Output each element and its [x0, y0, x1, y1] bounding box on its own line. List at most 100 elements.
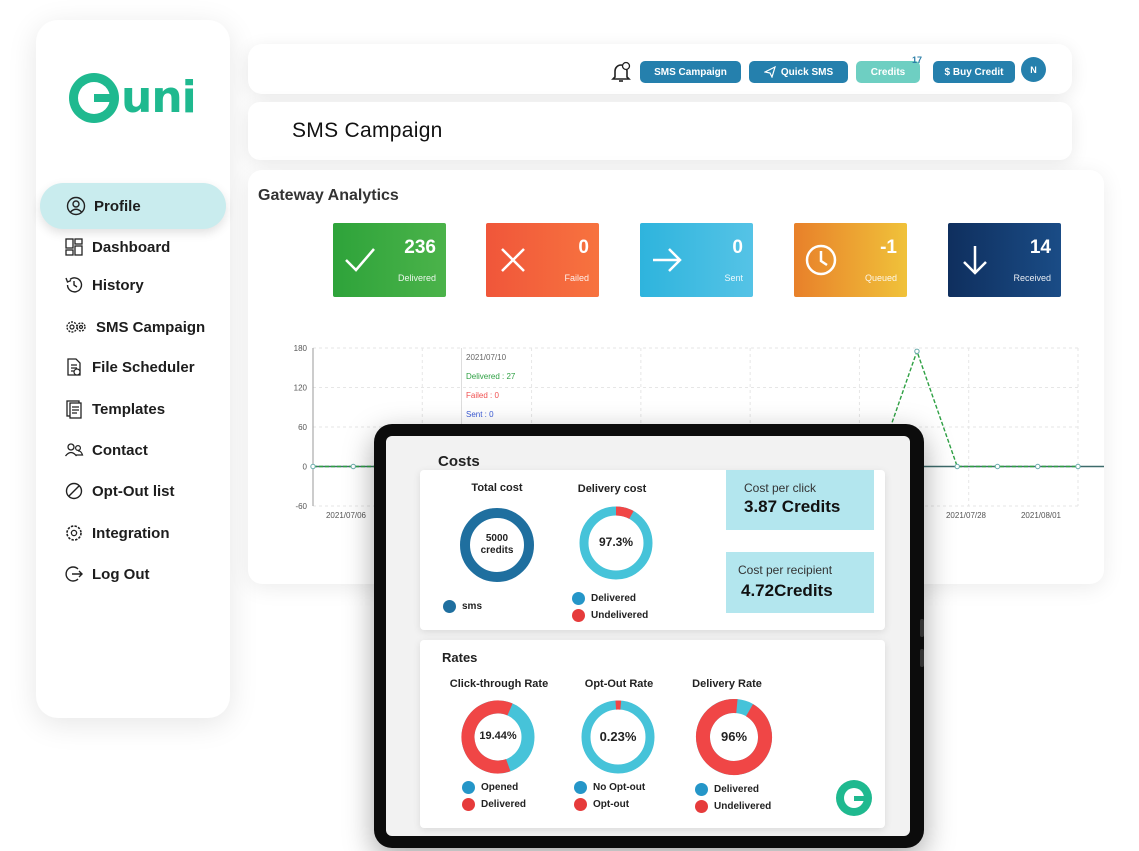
- legend-delivered: Delivered: [695, 783, 759, 796]
- ctr-value: 19.44%: [479, 730, 517, 742]
- logout-icon: [65, 566, 83, 582]
- data-point[interactable]: [310, 463, 316, 470]
- total-cost-value: 5000 credits: [457, 533, 537, 557]
- sidebar-item-contact[interactable]: Contact: [64, 435, 148, 465]
- sidebar-item-integration[interactable]: Integration: [64, 518, 170, 548]
- sidebar-item-sms-campaign[interactable]: SMS Campaign: [64, 312, 205, 342]
- sidebar-item-profile[interactable]: Profile: [40, 183, 226, 229]
- cost-per-recipient-box: Cost per recipient 4.72Credits: [726, 552, 874, 613]
- legend-label: sms: [462, 601, 483, 612]
- data-point[interactable]: [914, 348, 920, 354]
- tooltip-delivered: Delivered : 27: [466, 372, 516, 381]
- quick-sms-label: Quick SMS: [780, 66, 834, 78]
- gear-icon: [66, 525, 82, 541]
- legend-dot: [574, 798, 587, 811]
- sidebar-item-label: Templates: [92, 400, 166, 418]
- sms-campaign-button[interactable]: SMS Campaign: [640, 61, 741, 83]
- optout-title: Opt-Out Rate: [584, 678, 654, 690]
- sidebar-item-label: Opt-Out list: [92, 482, 175, 500]
- legend-dot: [572, 609, 585, 622]
- opt-out-icon: [65, 482, 83, 500]
- sidebar-item-label: Integration: [92, 524, 170, 542]
- credits-count-badge: 17: [912, 55, 923, 65]
- data-point[interactable]: [994, 463, 1001, 470]
- total-cost-title: Total cost: [471, 482, 523, 494]
- tablet-button: [920, 649, 924, 667]
- legend-label: Delivered: [481, 799, 527, 810]
- delivery-rate-value: 96%: [720, 729, 748, 744]
- dashboard-grid-icon: [65, 238, 83, 256]
- guni-badge-icon[interactable]: [836, 780, 872, 816]
- top-bar: SMS Campaign Quick SMS Credits 17 $ Buy …: [248, 44, 1072, 94]
- x-tick-label: 2021/07/06: [326, 511, 367, 520]
- tooltip-failed: Failed : 0: [466, 391, 499, 400]
- sidebar-item-label: Log Out: [92, 565, 150, 583]
- legend-dot: [695, 800, 708, 813]
- legend-label: Delivered: [714, 784, 760, 795]
- quick-sms-button[interactable]: Quick SMS: [749, 61, 848, 83]
- legend-optout: Opt-out: [574, 798, 629, 811]
- delivery-rate-title: Delivery Rate: [692, 678, 762, 690]
- cost-per-recipient-value: 4.72Credits: [741, 581, 833, 600]
- guni-logo[interactable]: uni: [69, 72, 197, 123]
- legend-label: Opt-out: [593, 799, 630, 810]
- costs-title: Costs: [438, 453, 480, 470]
- history-icon: [65, 277, 83, 293]
- sidebar-item-file-scheduler[interactable]: File Scheduler: [64, 352, 195, 382]
- templates-icon: [66, 400, 82, 419]
- tablet-frame: Costs Total cost 5000 credits sms Delive…: [374, 424, 924, 848]
- credits-label: Credits: [870, 66, 906, 78]
- sidebar-item-templates[interactable]: Templates: [64, 394, 165, 424]
- cost-per-click-label: Cost per click: [744, 481, 817, 495]
- data-point[interactable]: [350, 463, 356, 470]
- buy-credit-button[interactable]: $ Buy Credit: [933, 61, 1015, 83]
- y-tick-label: 120: [294, 384, 308, 393]
- sidebar-item-opt-out-list[interactable]: Opt-Out list: [64, 476, 175, 506]
- y-tick-label: 60: [298, 423, 307, 432]
- sidebar-item-label: File Scheduler: [92, 358, 195, 376]
- legend-label: Undelivered: [714, 801, 772, 812]
- x-tick-label: 2021/08/01: [1021, 511, 1062, 520]
- data-point[interactable]: [1075, 463, 1081, 470]
- sidebar-item-log-out[interactable]: Log Out: [64, 559, 149, 589]
- cost-per-recipient-label: Cost per recipient: [738, 563, 833, 577]
- sidebar-item-label: Dashboard: [92, 238, 171, 256]
- legend-dot: [574, 781, 587, 794]
- y-tick-label: 0: [303, 463, 308, 472]
- logo-text: uni: [121, 72, 197, 123]
- credits-button[interactable]: Credits: [856, 61, 920, 83]
- buy-credit-label: $ Buy Credit: [944, 66, 1004, 78]
- data-point[interactable]: [1035, 463, 1041, 470]
- delivery-cost-value: 97.3%: [598, 535, 634, 549]
- total-cost-number: 5000: [485, 533, 509, 544]
- tooltip-date: 2021/07/10: [466, 353, 507, 362]
- cost-per-click-box: Cost per click 3.87 Credits: [726, 470, 874, 530]
- y-tick-label: -60: [295, 502, 307, 511]
- page-title: SMS Campaign: [292, 119, 443, 142]
- legend-dot: [462, 798, 475, 811]
- title-bar: SMS Campaign: [248, 102, 1072, 160]
- sms-campaign-label: SMS Campaign: [654, 66, 727, 78]
- y-tick-label: 180: [294, 344, 308, 353]
- sidebar-item-label: History: [92, 276, 144, 294]
- delivery-cost-title: Delivery cost: [577, 483, 647, 495]
- legend-label: Opened: [481, 782, 519, 793]
- tablet-screen: Costs Total cost 5000 credits sms Delive…: [386, 436, 910, 836]
- legend-delivered: Delivered: [572, 592, 636, 605]
- ctr-title: Click-through Rate: [449, 678, 549, 690]
- legend-undelivered: Undelivered: [572, 609, 648, 622]
- data-point[interactable]: [954, 463, 960, 470]
- sidebar: uni Profile Dashboard History SMS Campai…: [36, 20, 230, 718]
- sidebar-item-history[interactable]: History: [64, 270, 144, 300]
- avatar[interactable]: N: [1021, 57, 1046, 82]
- user-circle-icon: [66, 196, 86, 216]
- legend-label: No Opt-out: [593, 782, 646, 793]
- legend-sms: sms: [443, 600, 482, 613]
- sidebar-item-dashboard[interactable]: Dashboard: [64, 232, 170, 262]
- legend-dot: [572, 592, 585, 605]
- logo-g-mark: [69, 72, 119, 123]
- tooltip-sent: Sent : 0: [466, 410, 494, 419]
- gears-icon: [66, 321, 86, 333]
- file-scheduler-icon: [67, 358, 81, 376]
- bell-icon[interactable]: [609, 60, 633, 84]
